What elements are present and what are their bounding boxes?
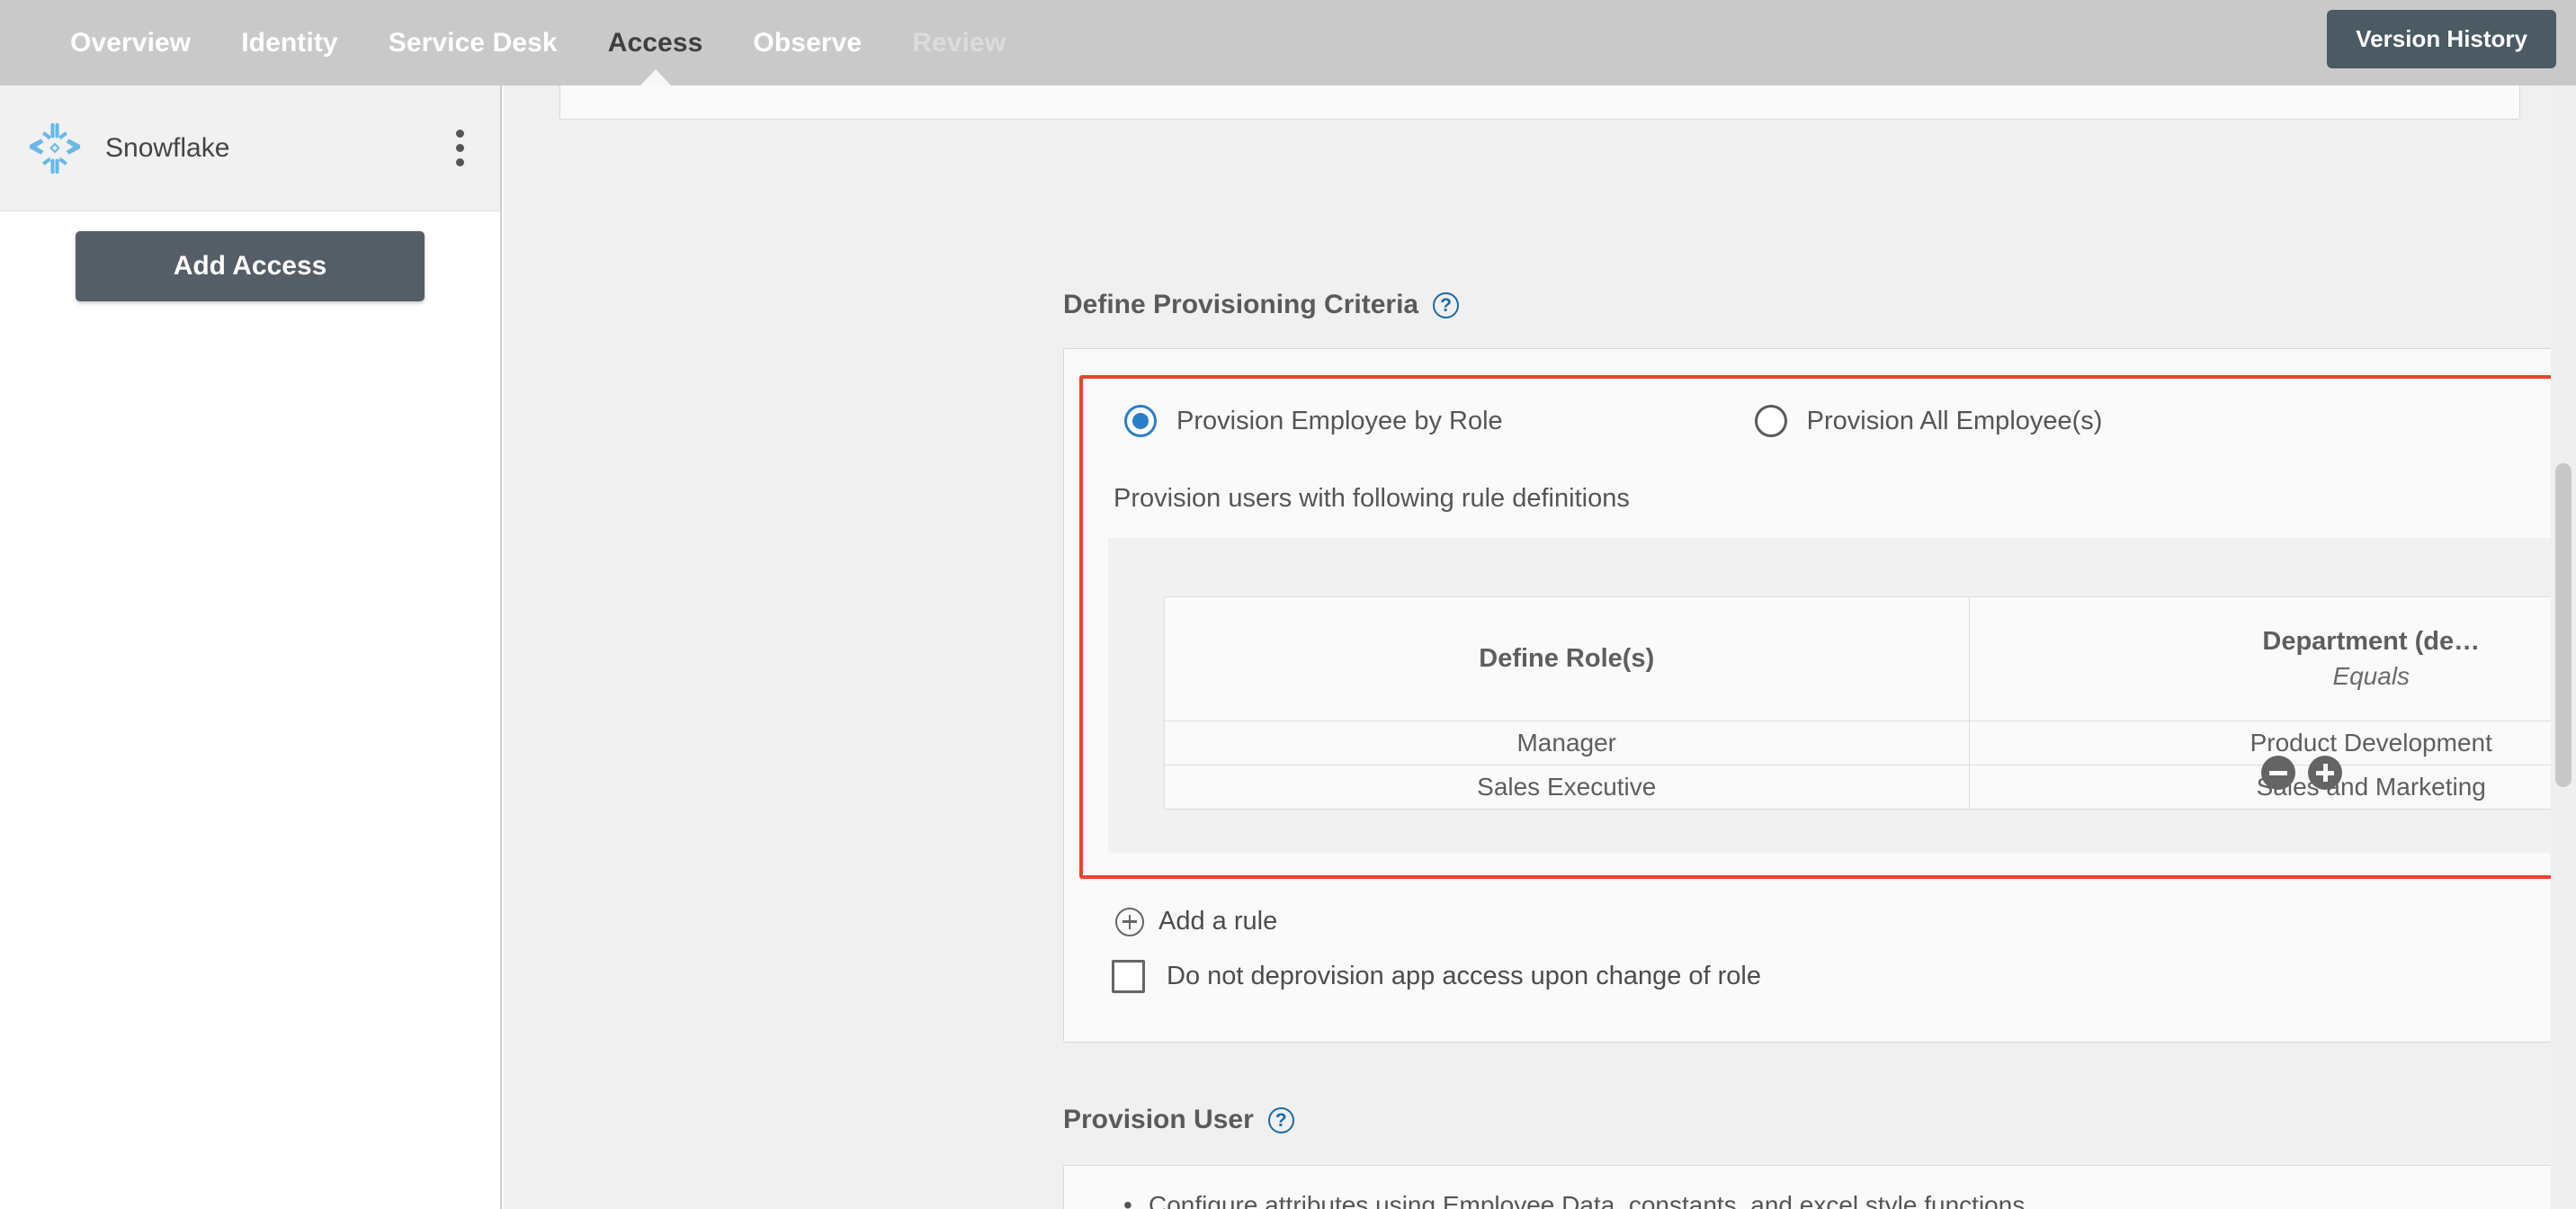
snowflake-icon xyxy=(27,121,83,176)
table-row[interactable]: Manager Product Development xyxy=(1164,721,2576,766)
nav-item-label: Access xyxy=(607,27,703,58)
column-header-operator: Equals xyxy=(2332,662,2411,690)
cell-role[interactable]: Sales Executive xyxy=(1164,765,1970,810)
top-navigation-bar: Overview Identity Service Desk Access Ob… xyxy=(0,0,2576,85)
app-card-snowflake[interactable]: Snowflake xyxy=(0,85,500,211)
column-header-label: Department (de… xyxy=(2262,627,2481,656)
main-content-area: Define Provisioning Criteria ? Provision… xyxy=(504,85,2576,1209)
version-history-button[interactable]: Version History xyxy=(2327,10,2556,68)
nav-item-label: Observe xyxy=(753,27,863,58)
bullet-text: Configure attributes using Employee Data… xyxy=(1149,1191,2026,1209)
plus-circle-icon[interactable] xyxy=(2308,756,2342,790)
checkbox-label: Do not deprovision app access upon chang… xyxy=(1167,962,1761,990)
nav-item-label: Identity xyxy=(241,27,338,58)
radio-option-provision-by-role[interactable]: Provision Employee by Role xyxy=(1124,405,1503,437)
list-item: Configure attributes using Employee Data… xyxy=(1123,1186,2576,1209)
left-sidebar: Snowflake Add Access xyxy=(0,85,502,1209)
add-a-rule-label: Add a rule xyxy=(1158,907,1278,936)
radio-button-unselected-icon[interactable] xyxy=(1754,405,1787,437)
table-header-row: Define Role(s) Department (de… Equals xyxy=(1164,596,2576,721)
nav-item-access[interactable]: Access xyxy=(583,0,729,85)
nav-item-review[interactable]: Review xyxy=(887,0,1031,85)
previous-section-panel-partial xyxy=(559,85,2520,120)
checkbox-unchecked-icon[interactable] xyxy=(1112,960,1145,993)
provision-user-heading: Provision User ? xyxy=(1063,1105,1294,1135)
radio-label: Provision All Employee(s) xyxy=(1806,406,2103,435)
nav-item-overview[interactable]: Overview xyxy=(45,0,216,85)
vertical-scrollbar-thumb[interactable] xyxy=(2555,463,2572,787)
column-header-department[interactable]: Department (de… Equals xyxy=(1968,596,2576,721)
rule-definitions-description: Provision users with following rule defi… xyxy=(1114,484,1630,513)
nav-item-list: Overview Identity Service Desk Access Ob… xyxy=(0,0,1031,85)
radio-option-provision-all-employees[interactable]: Provision All Employee(s) xyxy=(1754,405,2103,437)
nav-item-label: Review xyxy=(912,27,1006,58)
help-circle-icon[interactable]: ? xyxy=(1433,291,1460,318)
nav-item-label: Overview xyxy=(70,27,192,58)
row-add-remove-controls xyxy=(2261,756,2342,790)
vertical-scrollbar-track[interactable] xyxy=(2551,85,2576,1209)
provision-user-panel: Configure attributes using Employee Data… xyxy=(1063,1165,2576,1209)
do-not-deprovision-checkbox-row[interactable]: Do not deprovision app access upon chang… xyxy=(1112,960,1761,993)
active-tab-arrow-indicator xyxy=(640,69,671,85)
application-window: Overview Identity Service Desk Access Ob… xyxy=(0,0,2576,1209)
section-title-label: Provision User xyxy=(1063,1105,1254,1134)
cell-role[interactable]: Manager xyxy=(1164,721,1970,766)
help-circle-icon[interactable]: ? xyxy=(1267,1106,1294,1133)
add-access-button[interactable]: Add Access xyxy=(76,231,425,301)
table-row[interactable]: Sales Executive Sales and Marketing xyxy=(1164,765,2576,810)
table-header: Define Role(s) Department (de… Equals xyxy=(1164,596,2576,721)
nav-item-observe[interactable]: Observe xyxy=(728,0,887,85)
plus-circle-outline-icon xyxy=(1115,907,1144,936)
page-title: Define Provisioning Criteria xyxy=(1063,290,1419,319)
app-card-kebab-menu-icon[interactable] xyxy=(451,124,470,172)
nav-item-identity[interactable]: Identity xyxy=(216,0,362,85)
add-a-rule-button[interactable]: Add a rule xyxy=(1115,907,1277,936)
column-header-define-roles[interactable]: Define Role(s) xyxy=(1164,596,1970,721)
provision-user-bullet-list: Configure attributes using Employee Data… xyxy=(1064,1166,2576,1209)
minus-circle-icon[interactable] xyxy=(2261,756,2295,790)
provisioning-mode-radio-group: Provision Employee by Role Provision All… xyxy=(1124,405,2102,437)
rule-definition-table: Define Role(s) Department (de… Equals Ma… xyxy=(1164,596,2576,810)
table-body: Manager Product Development Sales Execut… xyxy=(1164,721,2576,810)
define-provisioning-criteria-heading: Define Provisioning Criteria ? xyxy=(1063,290,1460,320)
radio-button-selected-icon[interactable] xyxy=(1124,405,1157,437)
column-header-label: Define Role(s) xyxy=(1479,644,1655,673)
radio-label: Provision Employee by Role xyxy=(1176,406,1503,435)
app-name-label: Snowflake xyxy=(105,132,230,163)
rule-definition-container: Define Role(s) Department (de… Equals Ma… xyxy=(1108,538,2576,853)
nav-item-label: Service Desk xyxy=(388,27,558,58)
nav-item-service-desk[interactable]: Service Desk xyxy=(363,0,583,85)
add-access-button-container: Add Access xyxy=(0,211,500,301)
